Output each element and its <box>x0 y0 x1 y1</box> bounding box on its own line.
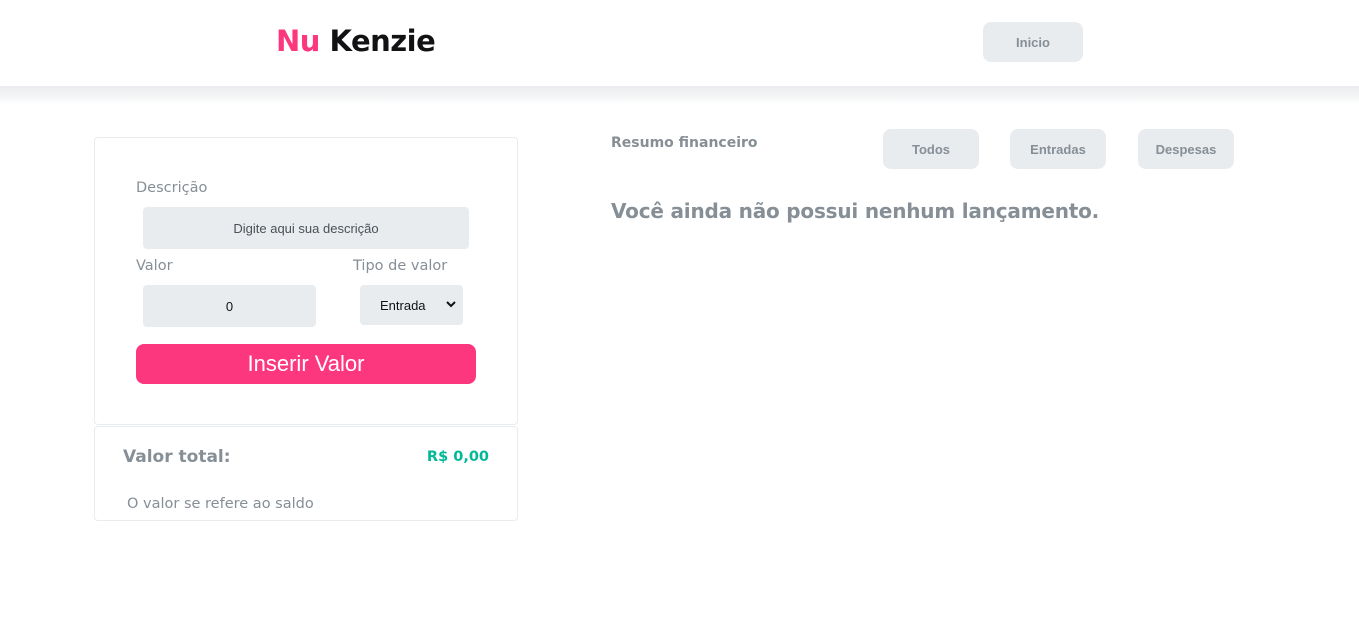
type-label: Tipo de valor <box>353 258 448 274</box>
total-note: O valor se refere ao saldo <box>127 496 314 512</box>
logo-kenzie: Kenzie <box>329 24 436 58</box>
summary-title: Resumo financeiro <box>611 135 758 151</box>
type-select-value: Entrada <box>380 297 426 313</box>
filter-entradas-button[interactable]: Entradas <box>1010 129 1106 169</box>
logo-nu: Nu <box>276 24 320 58</box>
entry-form: Descrição Valor Tipo de valor Entrada In… <box>94 137 518 425</box>
chevron-down-icon <box>446 297 456 311</box>
type-select[interactable]: Entrada <box>360 285 463 325</box>
total-card: Valor total: R$ 0,00 O valor se refere a… <box>94 426 518 521</box>
inicio-button[interactable]: Inicio <box>983 22 1083 62</box>
header-divider <box>0 86 1359 104</box>
empty-state-message: Você ainda não possui nenhum lançamento. <box>611 199 1100 223</box>
total-label: Valor total: <box>123 447 231 467</box>
insert-value-button[interactable]: Inserir Valor <box>136 344 476 384</box>
filter-despesas-button[interactable]: Despesas <box>1138 129 1234 169</box>
total-value: R$ 0,00 <box>426 449 489 465</box>
description-input[interactable] <box>143 207 469 249</box>
filter-todos-button[interactable]: Todos <box>883 129 979 169</box>
value-input[interactable] <box>143 285 316 327</box>
header: Nu Kenzie Inicio <box>0 0 1359 86</box>
value-label: Valor <box>136 258 173 274</box>
description-label: Descrição <box>136 180 208 196</box>
logo: Nu Kenzie <box>276 24 436 58</box>
